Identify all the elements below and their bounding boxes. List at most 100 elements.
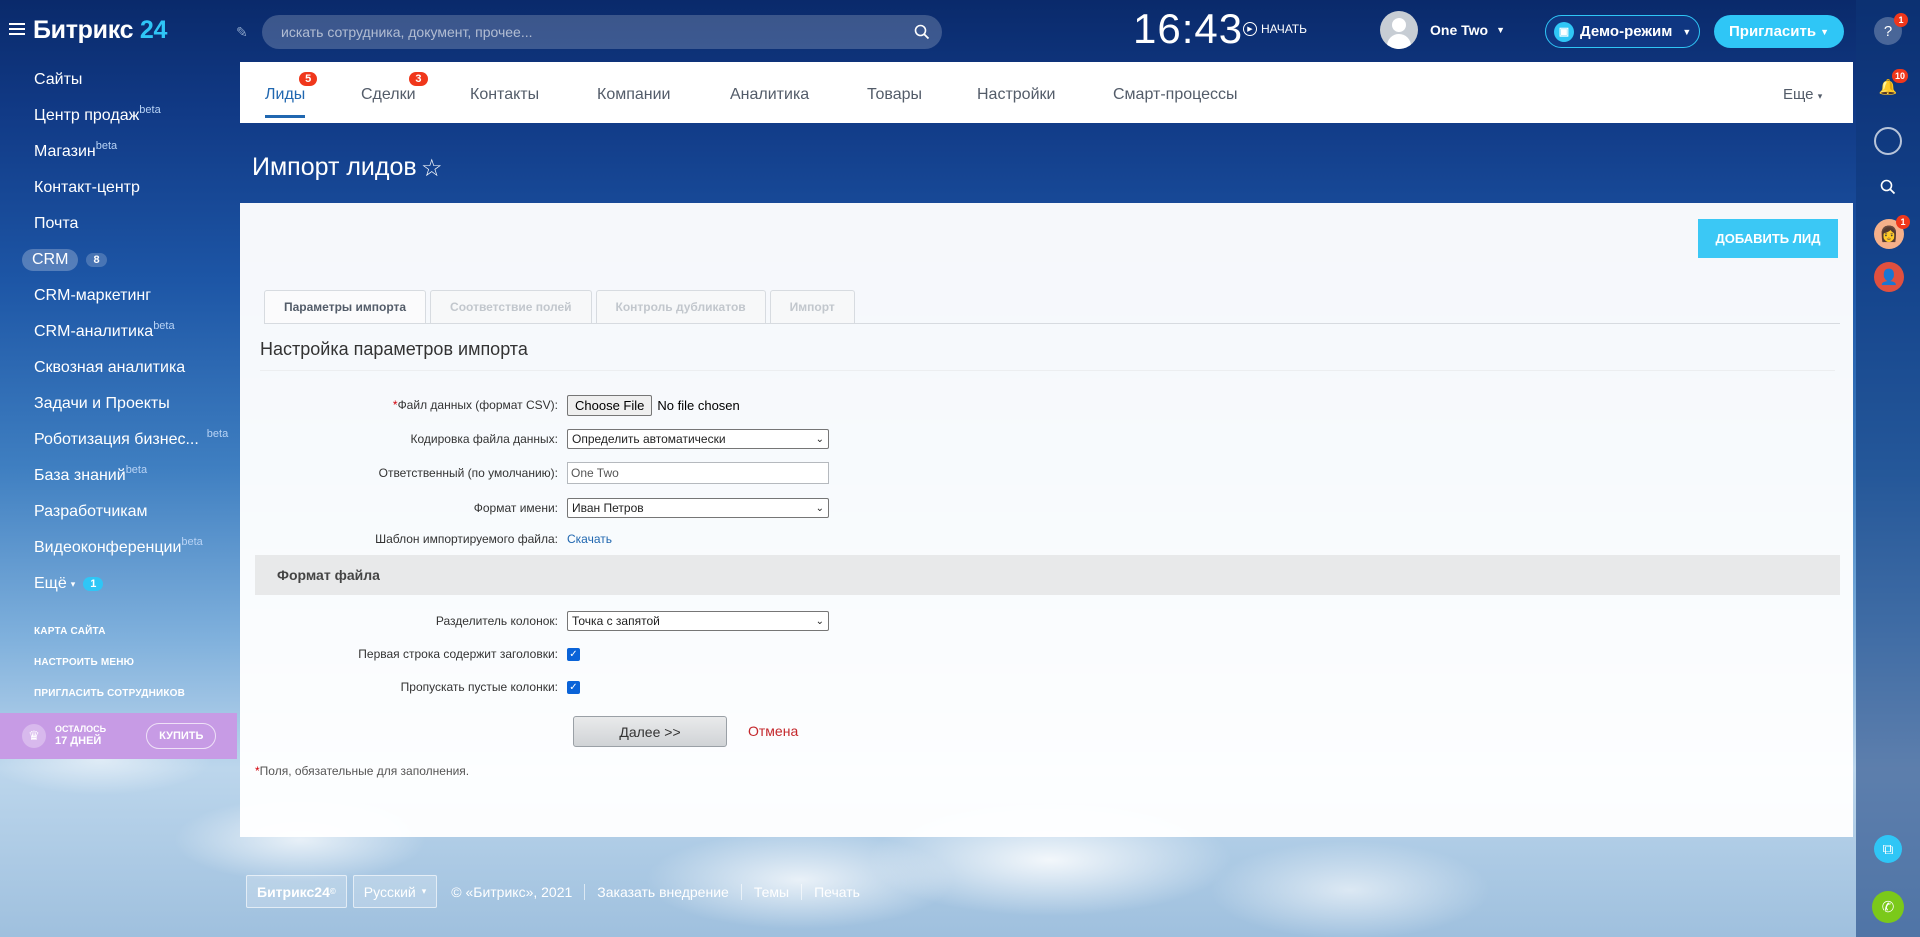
skip-empty-checkbox[interactable]: ✓ xyxy=(567,680,580,694)
chat-icon: ▣ xyxy=(1554,21,1574,42)
demo-mode-button[interactable]: ▣ Демо-режим ▼ xyxy=(1545,15,1700,48)
file-format-group: Формат файла xyxy=(255,555,1840,595)
separator-select[interactable]: Точка с запятой ⌄ xyxy=(567,611,829,631)
menu-item-more[interactable]: Ещё ▾ 1 xyxy=(0,566,240,602)
menu-item-sales-center[interactable]: Центр продаж beta xyxy=(0,98,240,134)
tab-analytics[interactable]: Аналитика xyxy=(730,86,809,104)
star-icon[interactable]: ☆ xyxy=(421,154,443,183)
menu-item-crm-marketing[interactable]: CRM-маркетинг xyxy=(0,278,240,314)
tab-settings[interactable]: Настройки xyxy=(977,86,1055,104)
user-menu[interactable]: One Two ▼ xyxy=(1380,11,1505,49)
crm-counter: 8 xyxy=(86,253,107,267)
menu-item-developers[interactable]: Разработчикам xyxy=(0,494,240,530)
language-select[interactable]: Русский ▾ xyxy=(352,875,438,908)
help-icon[interactable]: ? 1 xyxy=(1874,13,1908,45)
download-template-link[interactable]: Скачать xyxy=(567,532,612,546)
order-implementation-link[interactable]: Заказать внедрение xyxy=(597,884,729,900)
responsible-row: Ответственный (по умолчанию): One Two xyxy=(240,461,1240,485)
left-menu: Сайты Центр продаж beta Магазин beta Конта… xyxy=(0,62,240,709)
license-promo: ♛ ОСТАЛОСЬ 17 ДНЕЙ КУПИТЬ xyxy=(0,713,237,759)
tab-leads[interactable]: Лиды 5 xyxy=(265,72,318,118)
configure-menu-link[interactable]: НАСТРОИТЬ МЕНЮ xyxy=(0,647,240,678)
footer-divider xyxy=(740,883,742,900)
tab-import-params[interactable]: Параметры импорта xyxy=(264,290,427,323)
contact-avatar[interactable]: 👩 1 xyxy=(1874,215,1910,249)
phone-icon[interactable]: ✆ xyxy=(1872,891,1904,923)
menu-item-knowledge-base[interactable]: База знаний beta xyxy=(0,458,240,494)
chevron-down-icon: ⌄ xyxy=(815,615,824,627)
menu-item-end-to-end-analytics[interactable]: Сквозная аналитика xyxy=(0,350,240,386)
chevron-down-icon: ▼ xyxy=(1820,26,1829,37)
tab-more[interactable]: Еще ▾ xyxy=(1783,86,1822,103)
logo[interactable]: Битрикс 24 xyxy=(33,16,167,45)
menu-item-sites[interactable]: Сайты xyxy=(0,62,240,98)
search-icon[interactable] xyxy=(1874,173,1902,201)
chat-icon[interactable] xyxy=(1874,127,1902,155)
print-link[interactable]: Печать xyxy=(814,884,860,900)
name-format-label: Формат имени: xyxy=(473,501,558,515)
copyright: © «Битрикс», 2021 xyxy=(451,883,573,900)
user-icon[interactable]: 👤 xyxy=(1874,262,1904,292)
menu-item-mail[interactable]: Почта xyxy=(0,206,240,242)
import-panel: ДОБАВИТЬ ЛИД Параметры импорта Соответст… xyxy=(240,203,1853,837)
chevron-down-icon: ⌄ xyxy=(815,502,824,514)
avatar-badge: 1 xyxy=(1896,215,1910,229)
menu-item-crm-analytics[interactable]: CRM-аналитика beta xyxy=(0,314,240,350)
import-steps: Параметры импорта Соответствие полей Кон… xyxy=(264,290,855,323)
tab-companies[interactable]: Компании xyxy=(597,86,671,104)
name-format-row: Формат имени: Иван Петров ⌄ xyxy=(240,496,1240,520)
edit-pencil-icon[interactable]: ✎ xyxy=(236,24,248,41)
separator-row: Разделитель колонок: Точка с запятой ⌄ xyxy=(240,609,1240,633)
menu-item-crm[interactable]: CRM 8 xyxy=(0,242,240,278)
responsible-input[interactable]: One Two xyxy=(567,462,829,484)
crown-icon: ♛ xyxy=(22,724,46,748)
copy-icon[interactable]: ⧉ xyxy=(1874,835,1902,863)
file-label: *Файл данных (формат CSV): xyxy=(392,398,558,412)
sitemap-link[interactable]: КАРТА САЙТА xyxy=(0,616,240,647)
menu-item-shop[interactable]: Магазин beta xyxy=(0,134,240,170)
next-button[interactable]: Далее >> xyxy=(573,716,727,747)
play-icon: ▶ xyxy=(1243,22,1257,36)
tab-deals[interactable]: Сделки 3 xyxy=(361,72,428,104)
menu-item-videoconference[interactable]: Видеоконференции beta xyxy=(0,530,240,566)
header-row-option: Первая строка содержит заголовки: ✓ xyxy=(240,642,1240,666)
section-divider xyxy=(260,370,1835,371)
encoding-label: Кодировка файла данных: xyxy=(410,432,559,446)
crm-tabs: Лиды 5 Сделки 3 Контакты Компании Аналитик… xyxy=(240,62,1853,123)
menu-item-robotization[interactable]: Роботизация бизнес... beta xyxy=(0,422,240,458)
bell-icon[interactable]: 🔔 10 xyxy=(1874,69,1908,101)
cancel-link[interactable]: Отмена xyxy=(748,723,798,739)
name-format-select[interactable]: Иван Петров ⌄ xyxy=(567,498,829,518)
invite-employees-link[interactable]: ПРИГЛАСИТЬ СОТРУДНИКОВ xyxy=(0,678,240,709)
start-workday-button[interactable]: ▶ НАЧАТЬ xyxy=(1243,22,1307,36)
tab-products[interactable]: Товары xyxy=(867,86,922,104)
skip-empty-label: Пропускать пустые колонки: xyxy=(400,680,558,694)
menu-item-contact-center[interactable]: Контакт-центр xyxy=(0,170,240,206)
tab-field-mapping[interactable]: Соответствие полей xyxy=(430,290,592,323)
search-input[interactable]: искать сотрудника, документ, прочее... xyxy=(262,15,942,49)
file-status: No file chosen xyxy=(657,397,740,413)
top-header: Битрикс 24 ✎ искать сотрудника, документ… xyxy=(0,0,1856,62)
header-row-checkbox[interactable]: ✓ xyxy=(567,647,580,661)
add-lead-button[interactable]: ДОБАВИТЬ ЛИД xyxy=(1698,219,1838,258)
tab-contacts[interactable]: Контакты xyxy=(470,86,539,104)
themes-link[interactable]: Темы xyxy=(754,884,789,900)
menu-item-tasks[interactable]: Задачи и Проекты xyxy=(0,386,240,422)
more-counter: 1 xyxy=(83,577,104,591)
chevron-down-icon: ▼ xyxy=(1496,25,1505,35)
invite-button[interactable]: Пригласить ▼ xyxy=(1714,15,1844,48)
right-rail: ? 1 🔔 10 👩 1 👤 ⧉ ✆ xyxy=(1856,0,1920,937)
search-icon[interactable] xyxy=(914,24,930,40)
footer-brand[interactable]: Битрикс24 © xyxy=(246,875,347,908)
chevron-down-icon: ▾ xyxy=(70,578,76,589)
footer-divider xyxy=(584,883,586,900)
buy-button[interactable]: КУПИТЬ xyxy=(146,723,217,749)
tab-import[interactable]: Импорт xyxy=(769,290,855,323)
notification-badge: 10 xyxy=(1891,69,1908,83)
menu-burger-icon[interactable] xyxy=(9,23,25,35)
choose-file-button[interactable]: Choose File xyxy=(567,394,653,416)
tab-duplicate-control[interactable]: Контроль дубликатов xyxy=(595,290,766,323)
chevron-down-icon: ▼ xyxy=(1682,26,1692,37)
tab-smart-processes[interactable]: Смарт-процессы xyxy=(1113,86,1238,104)
encoding-select[interactable]: Определить автоматически ⌄ xyxy=(567,429,829,449)
